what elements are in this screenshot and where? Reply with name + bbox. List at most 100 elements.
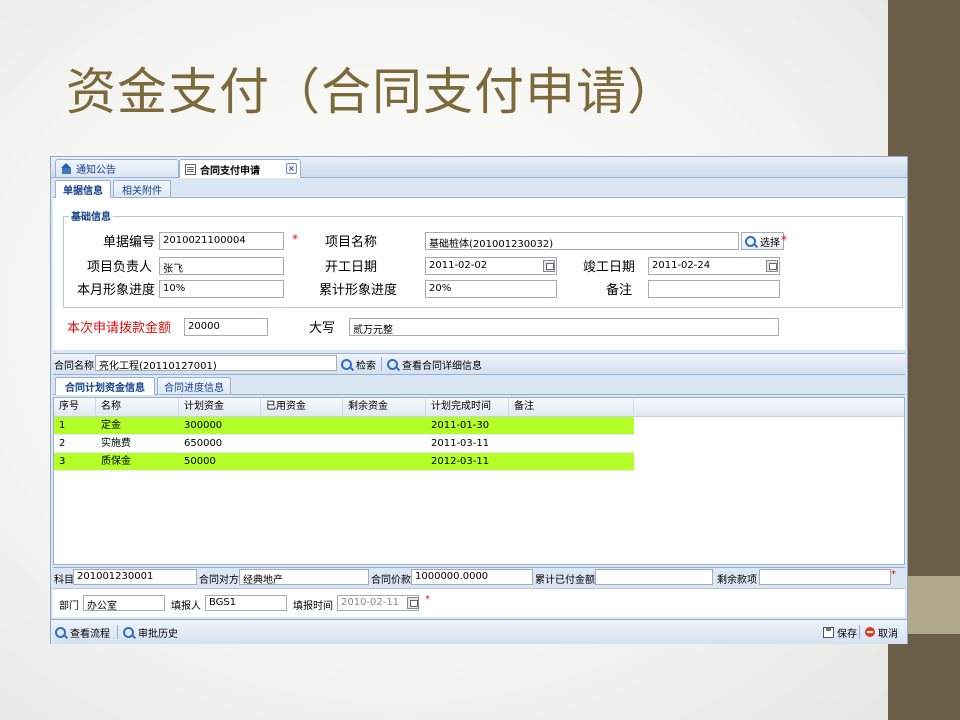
tab-notice-label: 通知公告 (76, 165, 116, 176)
required-mark: * (292, 232, 298, 246)
toolbar-separator (859, 625, 860, 639)
cell-remark (509, 435, 634, 452)
cell-plan: 650000 (184, 438, 223, 449)
search-icon (745, 235, 756, 247)
contract-detail-label: 查看合同详细信息 (402, 360, 482, 372)
total-progress-field[interactable]: 20% (425, 280, 557, 298)
calendar-icon[interactable] (407, 597, 419, 609)
reporter-field[interactable]: BGS1 (205, 595, 287, 611)
approval-history-button[interactable]: 审批历史 (123, 623, 178, 641)
cell-remark (509, 417, 634, 434)
cell-no: 1 (59, 420, 66, 431)
paid-field[interactable] (595, 569, 713, 585)
select-button[interactable]: 选择 (741, 232, 784, 250)
total-progress-label: 累计形象进度 (319, 283, 398, 298)
cell-remain (343, 435, 426, 452)
required-mark: * (891, 569, 896, 580)
toolbar-separator (381, 357, 382, 371)
plan-funds-grid: 序号 名称 计划资金 已用资金 剩余资金 计划完成时间 备注 1 定金 300000… (53, 397, 905, 565)
remain-field[interactable] (759, 569, 891, 585)
contract-info-bar: 科目 201001230001 合同对方 经典地产 合同价款 1000000.0… (53, 567, 905, 586)
tab-progress-info[interactable]: 合同进度信息 (157, 377, 231, 394)
cell-date: 2011-01-30 (431, 420, 490, 431)
search-icon (341, 358, 352, 370)
table-row[interactable]: 3 质保金 50000 2012-03-11 (54, 453, 634, 471)
party-label: 合同对方 (199, 575, 239, 586)
view-flow-button[interactable]: 查看流程 (55, 623, 110, 641)
save-icon (823, 626, 834, 638)
subject-label: 科目 (54, 575, 74, 586)
party-field[interactable]: 经典地产 (239, 569, 369, 585)
contract-name-label: 合同名称 (54, 361, 94, 372)
cell-date: 2011-03-11 (431, 438, 490, 449)
view-flow-label: 查看流程 (70, 628, 110, 640)
calendar-icon[interactable] (766, 260, 778, 272)
remark-field[interactable] (648, 280, 780, 298)
amount-upper-field[interactable]: 贰万元整 (349, 318, 779, 336)
dept-field[interactable]: 办公室 (83, 595, 165, 611)
contract-detail-button[interactable]: 查看合同详细信息 (387, 355, 482, 373)
col-header-date[interactable]: 计划完成时间 (426, 398, 509, 416)
price-field[interactable]: 1000000.0000 (411, 569, 533, 585)
approval-history-label: 审批历史 (138, 628, 178, 640)
search-icon (387, 358, 398, 370)
document-icon (185, 163, 196, 175)
close-icon[interactable]: × (286, 163, 297, 174)
select-button-label: 选择 (760, 237, 780, 249)
calendar-icon[interactable] (543, 260, 555, 272)
manager-field[interactable]: 张飞 (159, 257, 284, 275)
cell-no: 2 (59, 438, 66, 449)
cell-no: 3 (59, 456, 66, 467)
doc-no-label: 单据编号 (103, 235, 156, 250)
col-header-remain[interactable]: 剩余资金 (343, 398, 426, 416)
form-area: 基础信息 单据编号 2010021100004 * 项目名称 基础桩体(2010… (53, 198, 905, 350)
doc-no-field[interactable]: 2010021100004 (159, 232, 284, 250)
start-date-field[interactable]: 2011-02-02 (425, 257, 557, 275)
project-name-label: 项目名称 (325, 235, 378, 250)
basic-info-legend: 基础信息 (69, 208, 113, 223)
subtab-attachments[interactable]: 相关附件 (113, 180, 171, 197)
table-row[interactable]: 1 定金 300000 2011-01-30 (54, 417, 634, 435)
report-time-label: 填报时间 (293, 601, 333, 612)
grid-header: 序号 名称 计划资金 已用资金 剩余资金 计划完成时间 备注 (54, 398, 904, 417)
col-header-no[interactable]: 序号 (54, 398, 96, 416)
cell-remain (343, 417, 426, 434)
col-header-plan[interactable]: 计划资金 (179, 398, 261, 416)
cancel-button[interactable]: 取消 (865, 623, 898, 641)
manager-label: 项目负责人 (87, 260, 153, 275)
table-row[interactable]: 2 实施费 650000 2011-03-11 (54, 435, 634, 453)
contract-name-field[interactable]: 亮化工程(20110127001) (95, 355, 337, 371)
col-header-used[interactable]: 已用资金 (261, 398, 343, 416)
amount-field[interactable]: 20000 (184, 318, 268, 336)
save-button[interactable]: 保存 (823, 623, 857, 641)
cell-remark (509, 453, 634, 470)
col-header-remark[interactable]: 备注 (509, 398, 634, 416)
project-name-field[interactable]: 基础桩体(201001230032) (425, 232, 739, 250)
reporter-row: 部门 办公室 填报人 BGS1 填报时间 2010-02-11 * (53, 588, 905, 617)
end-date-field[interactable]: 2011-02-24 (648, 257, 780, 275)
home-icon (61, 163, 72, 174)
col-header-name[interactable]: 名称 (96, 398, 179, 416)
save-label: 保存 (837, 628, 857, 640)
contract-bar: 合同名称 亮化工程(20110127001) 检索 查看合同详细信息 (53, 353, 905, 375)
cell-date: 2012-03-11 (431, 456, 490, 467)
tab-contract-payment-label: 合同支付申请 (200, 165, 260, 177)
tab-notice[interactable]: 通知公告 (55, 159, 179, 177)
subtab-document-info[interactable]: 单据信息 (55, 180, 111, 198)
month-progress-label: 本月形象进度 (77, 283, 156, 298)
search-icon (55, 626, 66, 638)
remain-label: 剩余款项 (717, 575, 757, 586)
subject-field[interactable]: 201001230001 (73, 569, 197, 585)
cell-name: 定金 (101, 420, 121, 431)
month-progress-field[interactable]: 10% (159, 280, 284, 298)
tab-contract-payment[interactable]: 合同支付申请 × (179, 159, 301, 178)
amount-label: 本次申请拨款金额 (67, 321, 172, 336)
cell-name: 实施费 (101, 438, 131, 449)
slide-title: 资金支付（合同支付申请） (66, 63, 678, 121)
required-mark-project: * (781, 233, 787, 247)
required-mark: * (425, 594, 430, 605)
tab-plan-funds[interactable]: 合同计划资金信息 (55, 377, 155, 395)
contract-search-button[interactable]: 检索 (341, 355, 376, 373)
form-subtabs: 单据信息 相关附件 (53, 179, 905, 198)
cell-plan: 50000 (184, 456, 216, 467)
